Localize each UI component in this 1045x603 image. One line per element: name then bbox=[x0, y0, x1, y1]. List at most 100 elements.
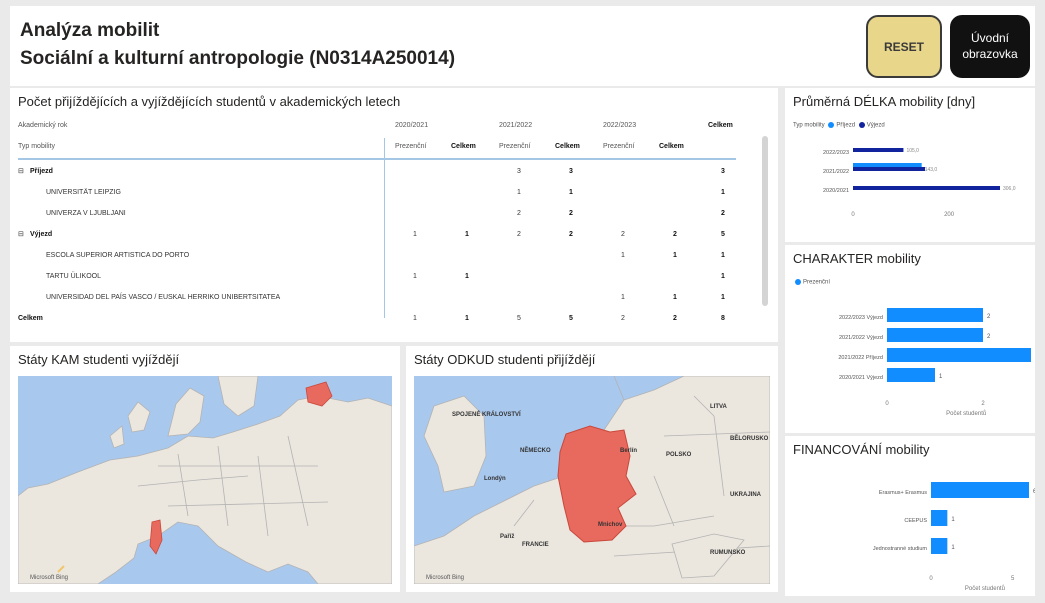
bar bbox=[887, 328, 983, 342]
table-cell: 5 bbox=[569, 315, 573, 322]
header-divider bbox=[18, 158, 736, 160]
table-row[interactable]: Celkem 1 1 5 5 2 2 8 bbox=[18, 309, 758, 330]
bar bbox=[931, 538, 948, 554]
reset-button[interactable]: RESET bbox=[866, 15, 942, 78]
bar bbox=[887, 368, 935, 382]
table-cell: 2 bbox=[517, 231, 521, 238]
legend-dot bbox=[795, 279, 801, 285]
avg-duration-chart[interactable]: 2022/2023 2021/2022 2020/2021 105,0 143,0 306… bbox=[785, 134, 1035, 238]
table-cell: 1 bbox=[465, 231, 469, 238]
map-place-label: LITVA bbox=[710, 404, 728, 410]
expand-icon[interactable]: ⊟ bbox=[18, 230, 24, 238]
row-label: Celkem bbox=[18, 315, 43, 322]
map-place-label: RUMUNSKO bbox=[710, 550, 746, 556]
table-cell: 1 bbox=[413, 273, 417, 280]
table-cell: 3 bbox=[517, 168, 521, 175]
page-title: Analýza mobilit bbox=[20, 20, 160, 41]
home-screen-button[interactable]: Úvodní obrazovka bbox=[950, 15, 1030, 78]
subcol-header: Celkem bbox=[659, 143, 684, 150]
table-cell: 1 bbox=[465, 273, 469, 280]
table-scrollbar[interactable] bbox=[762, 136, 768, 306]
outgoing-countries-map[interactable]: Microsoft Bing bbox=[18, 376, 392, 584]
row-label: ESCOLA SUPERIOR ARTISTICA DO PORTO bbox=[46, 252, 190, 259]
tick-label: 0 bbox=[885, 401, 889, 407]
table-cell: 2 bbox=[673, 231, 677, 238]
incoming-countries-map[interactable]: SPOJENÉ KRÁLOVSTVÍ LITVA POLSKO NĚMECKO BĚLO… bbox=[414, 376, 770, 584]
outgoing-countries-map-panel: Státy KAM studenti vyjíždějí Microsoft B… bbox=[10, 346, 400, 592]
subcol-header: Celkem bbox=[451, 143, 476, 150]
page-subtitle: Sociální a kulturní antropologie (N0314A… bbox=[20, 48, 456, 69]
map-place-label: Paříž bbox=[500, 534, 514, 540]
table-cell: 2 bbox=[621, 231, 625, 238]
subcol-header: Celkem bbox=[555, 143, 580, 150]
table-row[interactable]: ⊟ Příjezd 3 3 3 bbox=[18, 162, 758, 183]
category-label: 2022/2023 bbox=[823, 150, 849, 156]
table-cell: 3 bbox=[569, 168, 573, 175]
category-label: 2021/2022 Příjezd bbox=[838, 355, 883, 361]
map-place-label: Londýn bbox=[484, 476, 506, 482]
map-place-label: NĚMECKO bbox=[520, 446, 551, 454]
category-label: Erasmus+ Erasmus bbox=[879, 490, 927, 496]
total-header: Celkem bbox=[708, 122, 733, 129]
data-label: 2 bbox=[987, 314, 991, 320]
table-cell: 2 bbox=[673, 315, 677, 322]
table-cell: 1 bbox=[673, 252, 677, 259]
data-label: 1 bbox=[939, 374, 943, 380]
table-row[interactable]: ⊟ Výjezd 1 1 2 2 2 2 5 bbox=[18, 225, 758, 246]
bar bbox=[853, 186, 1000, 190]
map-place-label: UKRAJINA bbox=[730, 492, 762, 498]
expand-icon[interactable]: ⊟ bbox=[18, 167, 24, 175]
bar bbox=[887, 348, 1031, 362]
type-column-label: Typ mobility bbox=[18, 143, 55, 150]
table-row[interactable]: UNIVERSITÄT LEIPZIG 1 1 1 bbox=[18, 183, 758, 204]
table-cell: 1 bbox=[673, 294, 677, 301]
table-body: ⊟ Příjezd 3 3 3 UNIVERSITÄT LEIPZIG 1 1 1 UNIVERZ… bbox=[18, 162, 758, 330]
table-cell: 2 bbox=[569, 231, 573, 238]
table-row[interactable]: TARTU ÜLIKOOL 1 1 1 bbox=[18, 267, 758, 288]
bar bbox=[931, 510, 948, 526]
chart-title: FINANCOVÁNÍ mobility bbox=[793, 442, 930, 457]
map-credit: Microsoft Bing bbox=[426, 575, 464, 581]
tick-label: 2 bbox=[981, 401, 985, 407]
table-cell: 3 bbox=[721, 168, 725, 175]
category-label: 2020/2021 bbox=[823, 188, 849, 194]
table-cell: 1 bbox=[621, 252, 625, 259]
data-label: 2 bbox=[987, 334, 991, 340]
category-label: 2020/2021 Výjezd bbox=[839, 375, 883, 381]
bar bbox=[853, 163, 922, 167]
table-cell: 1 bbox=[517, 189, 521, 196]
table-cell: 8 bbox=[721, 315, 725, 322]
table-cell: 2 bbox=[569, 210, 573, 217]
data-label: 1 bbox=[951, 517, 955, 523]
funding-chart[interactable]: Erasmus+ Erasmus 6 CEEPUS 1 Jednostranné stu… bbox=[785, 464, 1035, 594]
data-label: 6 bbox=[1033, 489, 1035, 495]
funding-chart-panel: FINANCOVÁNÍ mobility Erasmus+ Erasmus 6 CE… bbox=[785, 436, 1035, 596]
table-cell: 2 bbox=[621, 315, 625, 322]
category-label: Jednostranné studium bbox=[873, 546, 928, 552]
legend-dot bbox=[858, 122, 865, 128]
table-row[interactable]: ESCOLA SUPERIOR ARTISTICA DO PORTO 1 1 1 bbox=[18, 246, 758, 267]
row-label: Příjezd bbox=[30, 168, 53, 175]
row-label: UNIVERZA V LJUBLJANI bbox=[46, 210, 126, 217]
category-label: 2021/2022 Výjezd bbox=[839, 335, 883, 341]
table-cell: 1 bbox=[413, 231, 417, 238]
bar bbox=[931, 482, 1029, 498]
data-label: 1 bbox=[951, 545, 955, 551]
table-cell: 1 bbox=[721, 273, 725, 280]
table-cell: 1 bbox=[569, 189, 573, 196]
map-title: Státy KAM studenti vyjíždějí bbox=[18, 352, 180, 367]
category-label: 2022/2023 Výjezd bbox=[839, 315, 883, 321]
map-place-label: Mnichov bbox=[598, 522, 623, 528]
character-chart[interactable]: 2022/2023 Výjezd 2 2021/2022 Výjezd 2 2021/2… bbox=[785, 291, 1035, 431]
table-row[interactable]: UNIVERZA V LJUBLJANI 2 2 2 bbox=[18, 204, 758, 225]
chart-legend: Prezenční bbox=[793, 279, 830, 286]
table-row[interactable]: UNIVERSIDAD DEL PAÍS VASCO / EUSKAL HERR… bbox=[18, 288, 758, 309]
map-place-label: FRANCIE bbox=[522, 542, 549, 548]
subcol-header: Prezenční bbox=[395, 143, 427, 150]
data-label: 306,0 bbox=[1003, 186, 1016, 192]
legend-entry: Výjezd bbox=[866, 122, 885, 129]
bar bbox=[853, 167, 926, 171]
map-place-label: SPOJENÉ KRÁLOVSTVÍ bbox=[452, 410, 521, 418]
table-cell: 2 bbox=[517, 210, 521, 217]
table-cell: 1 bbox=[465, 315, 469, 322]
